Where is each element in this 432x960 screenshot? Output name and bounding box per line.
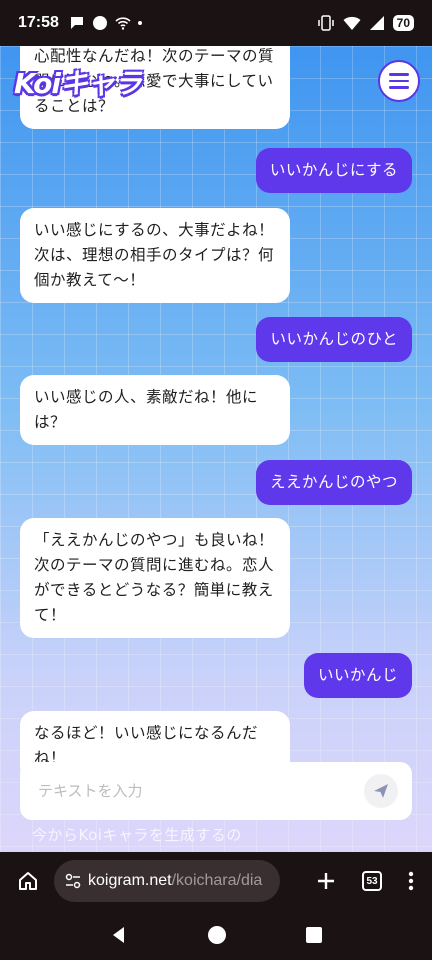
system-nav-bar [0,910,432,960]
bot-message: いい感じの人、素敵だね！他には？ [20,375,290,445]
browser-toolbar: koigram.net/koichara/dia 53 [0,852,432,910]
battery-indicator: 70 [392,15,414,31]
app-logo[interactable]: Koiキャラ [14,62,142,102]
send-icon [374,784,388,798]
wifi-off-icon [115,17,131,30]
signal-icon [369,16,384,30]
site-settings-icon[interactable] [64,872,82,890]
user-message: ええかんじのやつ [255,460,412,505]
home-circle-icon[interactable] [207,925,227,945]
message-input[interactable] [38,782,364,800]
faded-message-text: 今からKoiキャラを生成するの [32,826,242,844]
address-bar[interactable]: koigram.net/koichara/dia [54,860,280,902]
chat-screen: Koiキャラ 心配性なんだね！次のテーマの質問に進むね。恋愛で大事にしていること… [0,46,432,852]
status-bar: 17:58 70 [0,0,432,46]
user-message: いいかんじ [303,653,412,698]
recents-icon[interactable] [305,926,323,944]
url-host: koigram.net [88,872,172,889]
user-message: いいかんじのひと [256,317,412,362]
vibrate-icon [317,15,334,31]
new-tab-icon[interactable] [316,871,336,891]
chat-notification-icon [70,17,83,29]
menu-button[interactable] [378,60,420,102]
user-message: いいかんじにする [255,148,412,193]
send-button[interactable] [364,774,398,808]
back-icon[interactable] [109,925,129,945]
dot-icon [137,21,142,25]
wifi-icon [343,16,361,30]
bot-message: 「ええかんじのやつ」も良いね！次のテーマの質問に進むね。恋人ができるとどうなる？… [20,518,290,638]
home-icon[interactable] [16,869,40,893]
more-options-icon[interactable] [408,871,414,891]
status-time: 17:58 [18,14,59,31]
url-path: /koichara/dia [171,872,263,889]
hamburger-menu-icon [389,73,409,76]
message-input-bar [20,762,412,820]
bot-message: いい感じにするの、大事だよね！次は、理想の相手のタイプは？何個か教えて〜！ [20,208,290,303]
circle-notification-icon [92,16,107,30]
tab-switcher-button[interactable]: 53 [362,871,382,891]
